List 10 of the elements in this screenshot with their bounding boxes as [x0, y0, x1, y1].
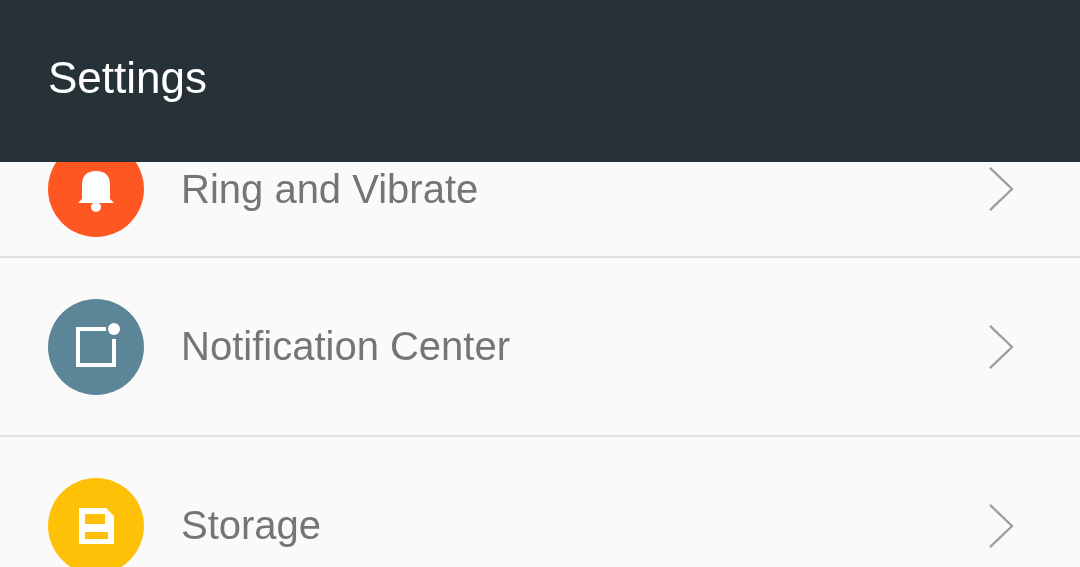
- item-label: Ring and Vibrate: [181, 166, 480, 212]
- item-label: Storage: [181, 503, 323, 548]
- item-label: Notification Center: [181, 324, 512, 369]
- chevron-right-icon: [988, 323, 1014, 370]
- settings-item[interactable]: Notification Center: [0, 258, 1080, 437]
- chevron-right-icon: [988, 502, 1014, 549]
- app-bar-title: Settings: [48, 53, 207, 103]
- settings-item[interactable]: Ring and Vibrate: [0, 162, 1080, 258]
- settings-item[interactable]: Storage: [0, 437, 1080, 567]
- chevron-right-icon: [988, 166, 1014, 212]
